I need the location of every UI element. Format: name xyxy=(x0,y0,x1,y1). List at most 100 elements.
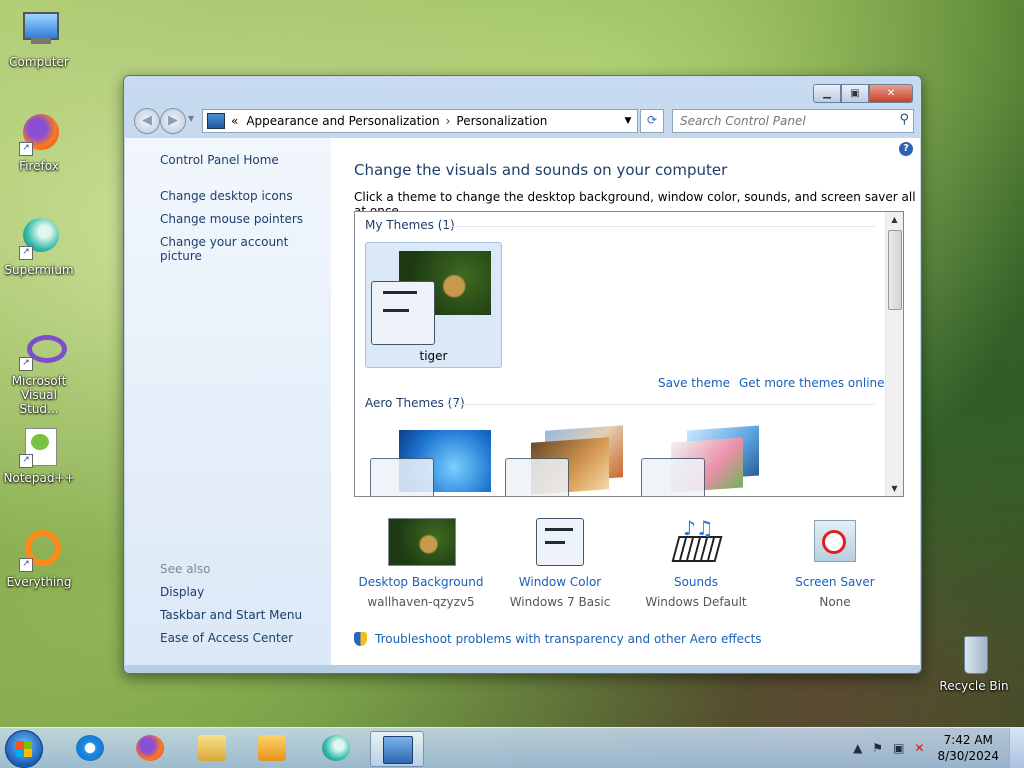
minimize-button[interactable]: ▁ xyxy=(813,84,841,103)
navigation-bar: ◀ ▶ ▼ « Appearance and Personalization ›… xyxy=(132,106,914,134)
sidebar-ease-of-access[interactable]: Ease of Access Center xyxy=(160,631,293,645)
scrollbar-thumb[interactable] xyxy=(888,230,902,310)
start-button[interactable] xyxy=(5,730,43,768)
theme-gallery[interactable]: My Themes (1) tiger Save theme Get more … xyxy=(354,211,904,497)
desktop-background-icon xyxy=(386,516,456,566)
search-box[interactable]: ⚲ xyxy=(672,109,914,133)
window-color-setting[interactable]: Window Color Windows 7 Basic xyxy=(497,516,623,609)
theme-window-preview xyxy=(370,458,434,496)
desktop-icon-label: Notepad++ xyxy=(3,471,75,485)
theme-architecture[interactable] xyxy=(505,425,630,496)
sounds-icon: ♪♫ xyxy=(661,516,731,566)
desktop-icon-everything[interactable]: ↗ Everything xyxy=(3,528,75,589)
back-button[interactable]: ◀ xyxy=(134,108,160,134)
sidebar-control-panel-home[interactable]: Control Panel Home xyxy=(160,153,279,167)
sidebar-taskbar-start-menu[interactable]: Taskbar and Start Menu xyxy=(160,608,302,622)
desktop-icon-firefox[interactable]: ↗ Firefox xyxy=(3,112,75,173)
sounds-setting[interactable]: ♪♫ Sounds Windows Default xyxy=(633,516,759,609)
troubleshoot-label[interactable]: Troubleshoot problems with transparency … xyxy=(375,632,762,646)
sidebar: Control Panel Home Change desktop icons … xyxy=(125,138,331,665)
gallery-scrollbar[interactable]: ▲ ▼ xyxy=(885,212,903,496)
breadcrumb-appearance[interactable]: Appearance and Personalization xyxy=(246,114,439,128)
sidebar-display[interactable]: Display xyxy=(160,585,204,599)
my-themes-header: My Themes (1) xyxy=(365,218,455,232)
desktop-icon-label: Firefox xyxy=(19,159,59,173)
notepadpp-icon: ↗ xyxy=(17,424,61,468)
maximize-button[interactable]: ▣ xyxy=(841,84,869,103)
shortcut-arrow-icon: ↗ xyxy=(19,454,33,468)
control-panel-icon xyxy=(383,736,413,764)
breadcrumb-personalization[interactable]: Personalization xyxy=(456,114,547,128)
show-desktop-button[interactable] xyxy=(1009,728,1024,768)
window-color-icon xyxy=(525,516,595,566)
shortcut-arrow-icon: ↗ xyxy=(19,142,33,156)
taskbar-media-player[interactable] xyxy=(246,731,298,765)
sidebar-change-mouse-pointers[interactable]: Change mouse pointers xyxy=(160,212,303,226)
forward-button[interactable]: ▶ xyxy=(160,108,186,134)
taskbar-firefox[interactable] xyxy=(124,731,176,765)
address-bar[interactable]: « Appearance and Personalization › Perso… xyxy=(202,109,638,133)
theme-tiger[interactable]: tiger xyxy=(365,242,502,368)
desktop-icon-label: Everything xyxy=(6,575,72,589)
network-icon[interactable]: ▣ xyxy=(893,741,904,755)
sidebar-change-account-picture[interactable]: Change your account picture xyxy=(160,235,331,263)
scroll-up-icon[interactable]: ▲ xyxy=(886,215,903,224)
desktop-icon-label: Computer xyxy=(9,55,69,69)
see-also-heading: See also xyxy=(160,562,211,576)
taskbar-control-panel[interactable] xyxy=(370,731,424,767)
troubleshoot-link[interactable]: Troubleshoot problems with transparency … xyxy=(354,632,762,646)
desktop-background-label[interactable]: Desktop Background xyxy=(358,575,484,589)
desktop-icon-supermium[interactable]: ↗ Supermium xyxy=(3,216,75,277)
desktop-background-value: wallhaven-qzyzv5 xyxy=(367,595,475,609)
sounds-label[interactable]: Sounds xyxy=(633,575,759,589)
theme-windows-7[interactable] xyxy=(370,430,495,496)
screen-saver-value: None xyxy=(819,595,851,609)
desktop-icon-notepadpp[interactable]: ↗ Notepad++ xyxy=(3,424,75,485)
control-panel-icon xyxy=(207,113,225,129)
desktop-icon-label: Supermium xyxy=(4,263,74,277)
sidebar-change-desktop-icons[interactable]: Change desktop icons xyxy=(160,189,293,203)
recycle-bin-icon xyxy=(952,632,996,676)
desktop-icon-computer[interactable]: Computer xyxy=(3,8,75,69)
scroll-down-icon[interactable]: ▼ xyxy=(886,484,903,493)
taskbar-supermium[interactable] xyxy=(310,731,362,765)
search-icon[interactable]: ⚲ xyxy=(899,112,909,127)
clock-date: 8/30/2024 xyxy=(937,749,999,763)
theme-window-preview xyxy=(641,458,705,496)
clock[interactable]: 7:42 AM 8/30/2024 xyxy=(937,732,999,764)
screen-saver-label[interactable]: Screen Saver xyxy=(772,575,898,589)
search-input[interactable] xyxy=(673,110,882,132)
desktop-icon-recycle-bin[interactable]: Recycle Bin xyxy=(938,632,1010,693)
window-color-label[interactable]: Window Color xyxy=(497,575,623,589)
shortcut-arrow-icon: ↗ xyxy=(19,246,33,260)
help-icon[interactable]: ? xyxy=(899,142,913,156)
breadcrumb-separator-icon[interactable]: › xyxy=(446,114,451,128)
recent-pages-icon[interactable]: ▼ xyxy=(188,114,194,123)
windows-logo-icon xyxy=(16,749,32,757)
save-theme-link[interactable]: Save theme xyxy=(658,376,730,390)
clock-time: 7:42 AM xyxy=(943,733,993,747)
desktop-icon-visual-studio[interactable]: ↗ Microsoft Visual Stud... xyxy=(3,327,75,416)
taskbar-file-explorer[interactable] xyxy=(186,731,238,765)
media-player-icon xyxy=(258,735,286,761)
refresh-button[interactable]: ⟳ xyxy=(640,109,664,133)
computer-icon xyxy=(17,8,61,52)
address-dropdown-icon[interactable]: ▼ xyxy=(619,116,637,126)
screen-saver-icon xyxy=(800,516,870,566)
taskbar-internet-explorer[interactable] xyxy=(64,731,116,765)
internet-explorer-icon xyxy=(76,735,104,761)
desktop-icon-label: Microsoft Visual Stud... xyxy=(11,374,67,416)
theme-characters[interactable] xyxy=(641,425,766,496)
get-more-themes-link[interactable]: Get more themes online xyxy=(739,376,885,390)
main-content: ? Change the visuals and sounds on your … xyxy=(331,138,920,665)
shortcut-arrow-icon: ↗ xyxy=(19,558,33,572)
show-hidden-icons-icon[interactable]: ▲ xyxy=(853,741,862,755)
sounds-value: Windows Default xyxy=(645,595,747,609)
desktop-background-setting[interactable]: Desktop Background wallhaven-qzyzv5 xyxy=(358,516,484,609)
screen-saver-setting[interactable]: Screen Saver None xyxy=(772,516,898,609)
close-button[interactable]: ✕ xyxy=(869,84,913,103)
supermium-icon: ↗ xyxy=(17,216,61,260)
breadcrumb-prefix[interactable]: « xyxy=(231,114,238,128)
volume-muted-icon[interactable]: ✕ xyxy=(914,741,924,755)
action-center-flag-icon[interactable]: ⚑ xyxy=(872,741,883,755)
